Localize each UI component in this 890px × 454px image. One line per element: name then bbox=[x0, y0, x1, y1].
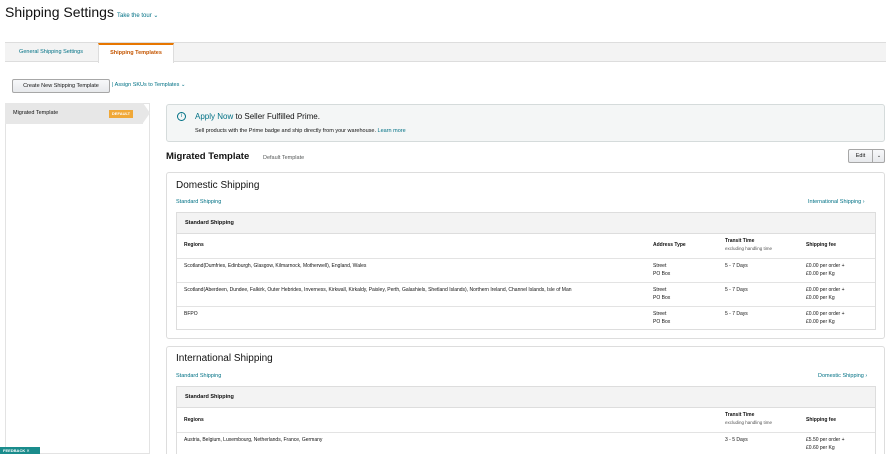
transit-time-label: Transit Time bbox=[725, 238, 755, 244]
international-table-title: Standard Shipping bbox=[177, 387, 875, 408]
domestic-shipping-link[interactable]: Domestic Shipping › bbox=[818, 373, 867, 379]
domestic-table-title: Standard Shipping bbox=[177, 213, 875, 234]
region-cell: Scotland(Aberdeen, Dundee, Falkirk, Oute… bbox=[184, 287, 572, 293]
region-cell: Scotland(Dumfries, Edinburgh, Glasgow, K… bbox=[184, 263, 367, 269]
address-street: Street bbox=[653, 263, 667, 269]
address-cell: Street PO Box bbox=[653, 310, 670, 326]
edit-button-group: Edit ⌄ bbox=[848, 149, 885, 163]
domestic-table: Standard Shipping Regions Address Type T… bbox=[176, 212, 876, 330]
col-shipping-fee: Shipping fee bbox=[806, 242, 836, 248]
info-title-text: to Seller Fulfilled Prime. bbox=[233, 112, 320, 121]
tab-general-shipping-settings[interactable]: General Shipping Settings bbox=[5, 43, 97, 62]
fee-kg: £0.00 per Kg bbox=[806, 271, 835, 277]
fee-cell: £0.00 per order + £0.00 per Kg bbox=[806, 286, 845, 302]
info-subtext: Sell products with the Prime badge and s… bbox=[195, 128, 406, 134]
fee-cell: £0.00 per order + £0.00 per Kg bbox=[806, 262, 845, 278]
transit-time-sublabel: excluding handling time bbox=[725, 420, 773, 425]
info-sub-text: Sell products with the Prime badge and s… bbox=[195, 128, 378, 134]
sidebar-item-label[interactable]: Migrated Template bbox=[13, 110, 58, 116]
take-tour-link[interactable]: Take the tour ⌄ bbox=[117, 12, 158, 19]
address-pobox: PO Box bbox=[653, 271, 671, 277]
fee-order: £0.00 per order + bbox=[806, 311, 845, 317]
edit-button[interactable]: Edit bbox=[849, 150, 873, 162]
transit-cell: 5 - 7 Days bbox=[725, 287, 748, 293]
transit-cell: 5 - 7 Days bbox=[725, 311, 748, 317]
address-street: Street bbox=[653, 287, 667, 293]
region-cell: BFPO bbox=[184, 311, 198, 317]
transit-cell: 3 - 5 Days bbox=[725, 437, 748, 443]
transit-time-sublabel: excluding handling time bbox=[725, 246, 773, 251]
address-pobox: PO Box bbox=[653, 295, 671, 301]
create-template-button[interactable]: Create New Shipping Template bbox=[12, 79, 110, 93]
col-transit-time: Transit Time excluding handling time bbox=[725, 238, 772, 252]
template-title: Migrated Template bbox=[166, 151, 250, 162]
chevron-down-icon[interactable]: ⌄ bbox=[874, 150, 884, 162]
page-title: Shipping Settings bbox=[5, 4, 114, 20]
table-row-divider bbox=[177, 306, 875, 307]
col-regions: Regions bbox=[184, 417, 204, 423]
col-shipping-fee: Shipping fee bbox=[806, 417, 836, 423]
sidebar-selected-arrow bbox=[143, 103, 150, 123]
col-regions: Regions bbox=[184, 242, 204, 248]
assign-skus-dropdown[interactable]: | Assign SKUs to Templates ⌄ bbox=[112, 82, 186, 88]
region-cell: Austria, Belgium, Luxembourg, Netherland… bbox=[184, 437, 323, 443]
apply-now-link[interactable]: Apply Now bbox=[195, 112, 233, 121]
transit-cell: 5 - 7 Days bbox=[725, 263, 748, 269]
default-badge: DEFAULT bbox=[109, 110, 133, 118]
info-title: Apply Now to Seller Fulfilled Prime. bbox=[195, 112, 320, 121]
address-cell: Street PO Box bbox=[653, 262, 670, 278]
table-row-divider bbox=[177, 258, 875, 259]
international-shipping-link[interactable]: International Shipping › bbox=[808, 199, 865, 205]
info-icon: i bbox=[177, 112, 186, 121]
fee-kg: £0.60 per Kg bbox=[806, 445, 835, 451]
fee-order: £0.00 per order + bbox=[806, 287, 845, 293]
fee-order: £0.00 per order + bbox=[806, 263, 845, 269]
feedback-button[interactable]: FEEDBACK ✕ bbox=[0, 447, 40, 454]
domestic-shipping-title: Domestic Shipping bbox=[176, 180, 260, 191]
learn-more-link[interactable]: Learn more bbox=[378, 128, 406, 134]
fee-kg: £0.00 per Kg bbox=[806, 295, 835, 301]
address-pobox: PO Box bbox=[653, 319, 671, 325]
domestic-standard-link[interactable]: Standard Shipping bbox=[176, 199, 221, 205]
international-shipping-title: International Shipping bbox=[176, 353, 273, 364]
international-table: Standard Shipping Regions Transit Time ex… bbox=[176, 386, 876, 454]
template-sidebar bbox=[5, 103, 150, 454]
address-street: Street bbox=[653, 311, 667, 317]
tab-bar: General Shipping Settings Shipping Templ… bbox=[5, 42, 886, 63]
fee-order: £5.50 per order + bbox=[806, 437, 845, 443]
transit-time-label: Transit Time bbox=[725, 412, 755, 418]
address-cell: Street PO Box bbox=[653, 286, 670, 302]
international-standard-link[interactable]: Standard Shipping bbox=[176, 373, 221, 379]
table-row-divider bbox=[177, 282, 875, 283]
col-transit-time: Transit Time excluding handling time bbox=[725, 412, 772, 426]
prime-info-box bbox=[166, 104, 885, 142]
tab-shipping-templates[interactable]: Shipping Templates bbox=[98, 43, 174, 63]
col-address-type: Address Type bbox=[653, 242, 686, 248]
template-subtitle: Default Template bbox=[263, 155, 305, 161]
fee-kg: £0.00 per Kg bbox=[806, 319, 835, 325]
fee-cell: £5.50 per order + £0.60 per Kg bbox=[806, 436, 845, 452]
table-row-divider bbox=[177, 432, 875, 433]
fee-cell: £0.00 per order + £0.00 per Kg bbox=[806, 310, 845, 326]
